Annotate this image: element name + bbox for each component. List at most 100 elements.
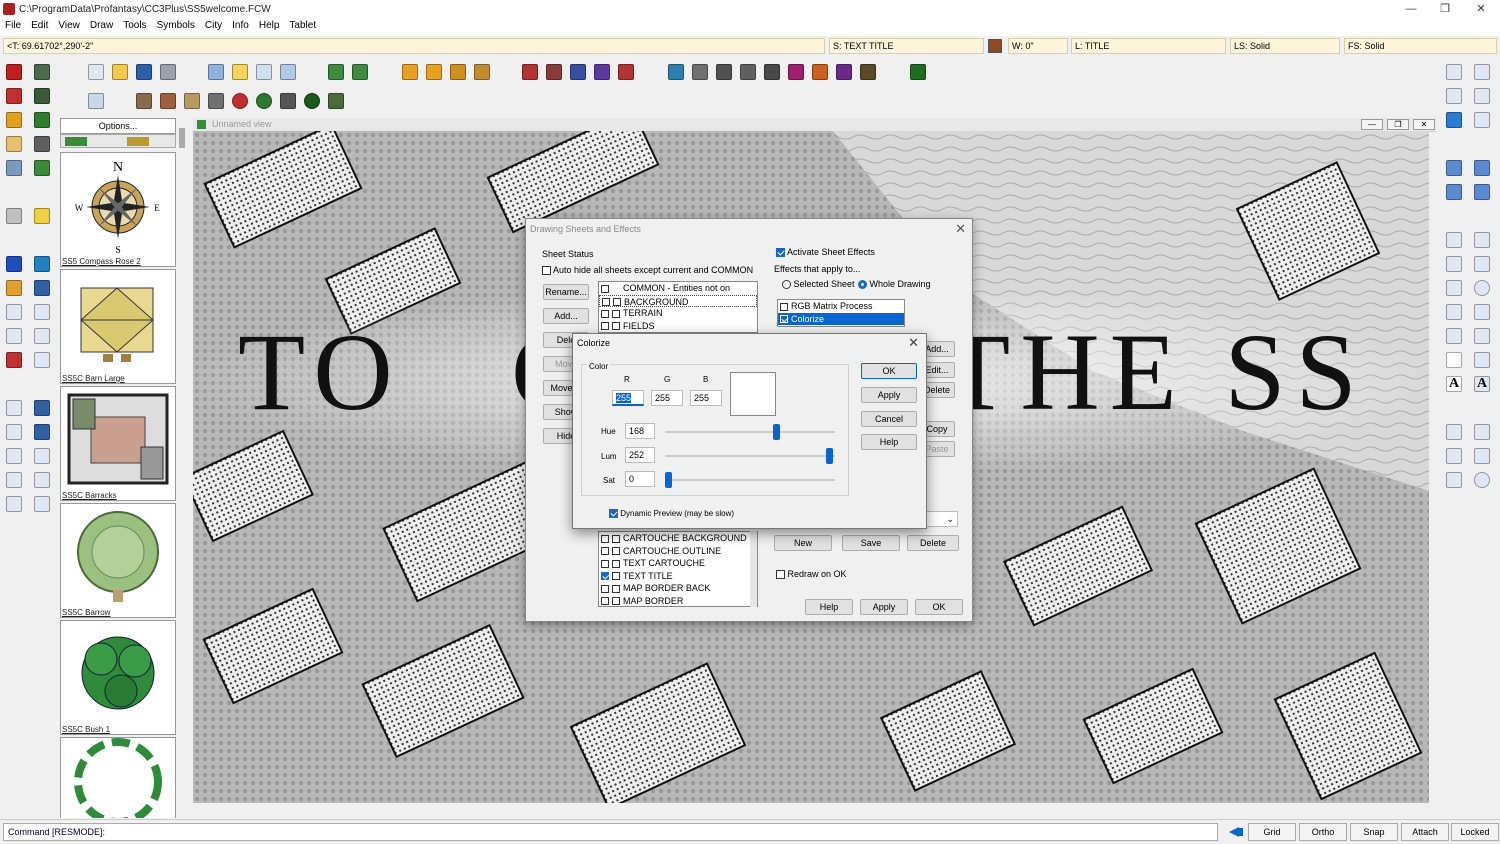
line-style-field[interactable]: LS: Solid [1230, 38, 1340, 54]
list-icon[interactable] [280, 64, 296, 80]
sheet-list-scrollbar[interactable] [750, 531, 757, 607]
sheet-row[interactable]: MAP BORDER [599, 595, 757, 608]
grid-toggle[interactable]: Grid [1248, 823, 1296, 841]
fill-style-field[interactable]: FS: Solid [1344, 38, 1497, 54]
break-icon[interactable] [6, 496, 22, 512]
catalog-scrollbar[interactable] [179, 128, 185, 148]
drawing-tool-icon[interactable] [88, 93, 104, 109]
text-edit-icon[interactable] [34, 280, 50, 296]
add-sheet-button[interactable]: Add... [543, 308, 589, 324]
building-icon[interactable] [208, 93, 224, 109]
arc-icon[interactable] [1446, 280, 1462, 296]
catalog-item-ring[interactable] [60, 737, 176, 826]
catalog-item-compass-rose[interactable]: N S E W SS5 Compass Rose 2 [60, 152, 176, 267]
hue-slider-thumb[interactable] [772, 424, 780, 440]
ok-button[interactable]: OK [915, 599, 963, 615]
align-icon[interactable] [34, 352, 50, 368]
sheet-row[interactable]: TEXT TITLE [599, 570, 757, 583]
sat-input[interactable]: 0 [625, 471, 655, 487]
measure-icon[interactable] [34, 424, 50, 440]
menu-city[interactable]: City [200, 18, 227, 33]
activate-effects-checkbox[interactable] [776, 248, 785, 258]
snap-toggle[interactable]: Snap [1350, 823, 1398, 841]
wall-icon[interactable] [136, 93, 152, 109]
symbol-set-5-icon[interactable] [618, 64, 634, 80]
snap-4-icon[interactable] [1474, 184, 1490, 200]
snap-1-icon[interactable] [1446, 160, 1462, 176]
properties-icon[interactable] [256, 64, 272, 80]
lum-slider-thumb[interactable] [826, 448, 834, 464]
color-swatch[interactable] [988, 39, 1002, 53]
sheet-field[interactable]: S: TEXT TITLE [829, 38, 984, 54]
rectangle-icon[interactable] [1474, 232, 1490, 248]
sat-slider[interactable] [665, 479, 835, 481]
layers-icon[interactable] [402, 64, 418, 80]
symbol-set-11-icon[interactable] [788, 64, 804, 80]
menu-view[interactable]: View [53, 18, 85, 33]
green-input[interactable]: 255 [651, 390, 683, 406]
zoom-window-icon[interactable] [1446, 64, 1462, 80]
auto-hide-option[interactable]: Auto hide all sheets except current and … [542, 265, 753, 276]
menu-symbols[interactable]: Symbols [152, 18, 200, 33]
activate-effects-option[interactable]: Activate Sheet Effects [776, 247, 875, 258]
catalog-item-barrow[interactable]: SS5C Barrow [60, 503, 176, 618]
lum-slider[interactable] [665, 455, 835, 457]
sat-slider-thumb[interactable] [665, 472, 672, 488]
apply-button[interactable]: Apply [860, 599, 908, 615]
cart-icon[interactable] [328, 93, 344, 109]
symbol-set-15-icon[interactable] [910, 64, 926, 80]
circle-icon[interactable] [1474, 280, 1490, 296]
close-button[interactable]: ✕ [1466, 0, 1496, 18]
copy-entity-icon[interactable] [6, 328, 22, 344]
open-folder-icon[interactable] [112, 64, 128, 80]
width-field[interactable]: W: 0" [1008, 38, 1068, 54]
notes-icon[interactable] [34, 208, 50, 224]
catalog-icon[interactable] [34, 64, 50, 80]
save-icon[interactable] [136, 64, 152, 80]
dynamic-preview-checkbox[interactable] [609, 509, 618, 519]
join-icon[interactable] [34, 496, 50, 512]
sheet-row[interactable]: TERRAIN [599, 307, 757, 320]
effects-icon[interactable] [450, 64, 466, 80]
red-input[interactable]: 255 [612, 390, 644, 406]
symbol-set-7-icon[interactable] [692, 64, 708, 80]
effect-row-selected[interactable]: Colorize [778, 312, 904, 325]
sheet-row[interactable]: CARTOUCHE BACKGROUND [599, 532, 757, 545]
sheet-row[interactable]: COMMON - Entities not on [599, 282, 757, 295]
undo-icon[interactable] [328, 64, 344, 80]
select-icon[interactable] [6, 160, 22, 176]
symbol-set-9-icon[interactable] [740, 64, 756, 80]
find-icon[interactable] [6, 208, 22, 224]
redraw-icon[interactable] [1446, 112, 1462, 128]
symbol-set-6-icon[interactable] [668, 64, 684, 80]
redo-icon[interactable] [352, 64, 368, 80]
hue-input[interactable]: 168 [625, 423, 655, 439]
fractal-icon[interactable] [1474, 328, 1490, 344]
colorize-apply-button[interactable]: Apply [861, 387, 917, 403]
symbol-set-3-icon[interactable] [570, 64, 586, 80]
sheet-icon[interactable] [6, 88, 22, 104]
effects-list[interactable]: RGB Matrix Process Colorize [777, 299, 905, 327]
symbol-set-13-icon[interactable] [836, 64, 852, 80]
curve-icon[interactable] [1446, 328, 1462, 344]
scale-icon[interactable] [6, 400, 22, 416]
view-close-button[interactable]: ✕ [1413, 119, 1435, 130]
layer-field[interactable]: L: TITLE [1071, 38, 1226, 54]
text-icon[interactable]: A [1446, 376, 1462, 392]
menu-tablet[interactable]: Tablet [284, 18, 321, 33]
delete-button[interactable]: Delete [907, 535, 959, 551]
selected-sheet-option[interactable]: Selected Sheet [782, 279, 855, 290]
paste-icon[interactable] [232, 64, 248, 80]
explode-icon[interactable] [6, 352, 22, 368]
target-icon[interactable] [1474, 472, 1490, 488]
new-file-icon[interactable] [88, 64, 104, 80]
symbol-set-4-icon[interactable] [594, 64, 610, 80]
freehand-icon[interactable] [1446, 256, 1462, 272]
dynamic-preview-option[interactable]: Dynamic Preview (may be slow) [609, 509, 734, 519]
move-icon[interactable] [6, 304, 22, 320]
whole-drawing-radio[interactable] [858, 280, 867, 290]
map-icon[interactable] [34, 88, 50, 104]
menu-info[interactable]: Info [227, 18, 254, 33]
colorize-ok-button[interactable]: OK [861, 363, 917, 379]
auto-hide-checkbox[interactable] [542, 266, 551, 276]
